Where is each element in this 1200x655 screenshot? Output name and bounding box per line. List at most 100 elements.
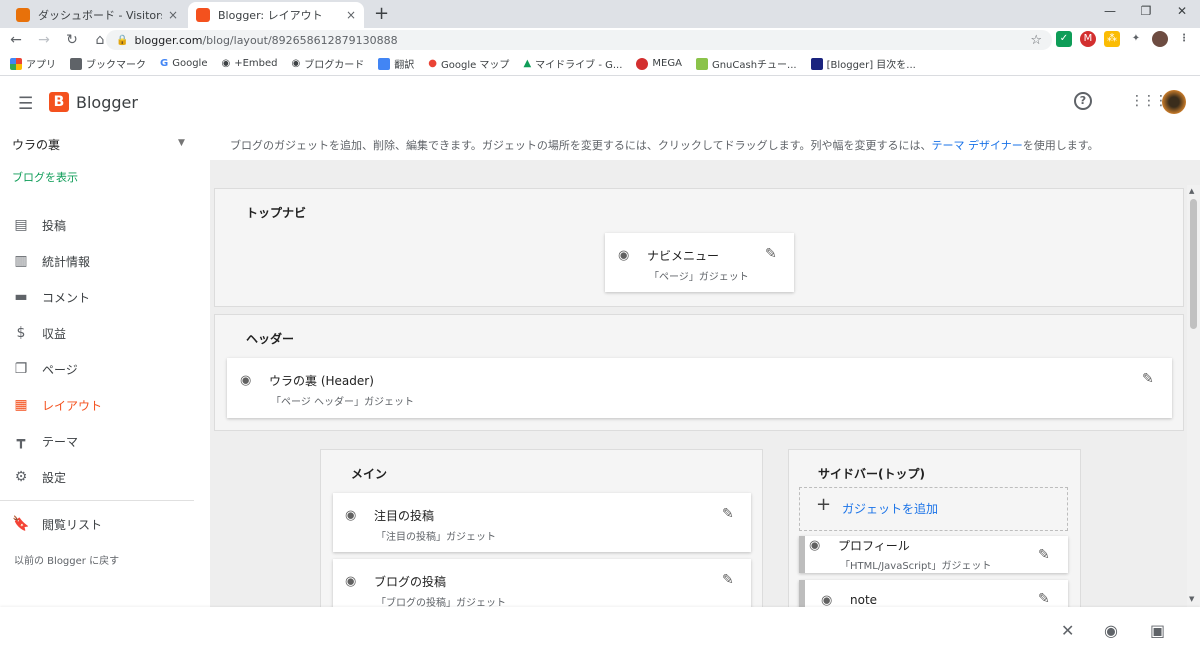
blogger-logo-icon[interactable]: B	[49, 92, 69, 112]
sidebar-item-pages[interactable]: ❐ ページ	[12, 359, 78, 379]
layout-icon: ▦	[14, 397, 28, 413]
sidebar-item-reading-list[interactable]: 🔖 閲覧リスト	[12, 514, 102, 534]
bookmark-label: ブログカード	[304, 60, 365, 71]
tab-title: Blogger: レイアウト	[218, 9, 323, 22]
close-tab-icon[interactable]: ×	[168, 8, 178, 22]
bookmark-blogger-toc[interactable]: [Blogger] 目次を...	[810, 56, 916, 71]
intro-body: ブログのガジェットを追加、削除、編集できます。ガジェットの場所を変更するには、ク…	[230, 139, 932, 152]
pencil-icon[interactable]: ✎	[765, 246, 777, 262]
puzzle-extension-icon[interactable]: ✦	[1128, 31, 1144, 47]
view-blog-link[interactable]: ブログを表示	[12, 169, 78, 185]
bookmark-star-icon[interactable]: ☆	[1030, 33, 1042, 48]
bookmark-label: GnuCashチュー...	[711, 60, 797, 71]
bookmark-apps[interactable]: アプリ	[10, 56, 56, 71]
bookmark-label: アプリ	[26, 60, 56, 71]
sidebar-item-label: 閲覧リスト	[42, 517, 103, 532]
menu-icon[interactable]: ☰	[18, 94, 33, 114]
sidebar-item-label: ページ	[42, 362, 78, 377]
chrome-menu-icon[interactable]: ⋮	[1176, 31, 1192, 47]
widget-note[interactable]: ◉ note ✎	[799, 580, 1068, 607]
sidebar-item-comments[interactable]: ▬ コメント	[12, 287, 90, 307]
eye-icon[interactable]: ◉	[240, 373, 251, 388]
drag-handle[interactable]	[799, 580, 805, 607]
bookmark-folder[interactable]: ブックマーク	[70, 56, 146, 71]
blog-selector[interactable]: ウラの裏	[12, 136, 60, 153]
profile-avatar-icon[interactable]	[1152, 31, 1168, 47]
sidebar-item-earnings[interactable]: $ 収益	[12, 323, 66, 343]
save-icon[interactable]: ▣	[1150, 621, 1165, 640]
minimize-icon[interactable]: —	[1100, 4, 1120, 18]
pencil-icon[interactable]: ✎	[1038, 591, 1050, 607]
new-tab-button[interactable]: +	[374, 3, 389, 24]
bookmark-blogcard[interactable]: ◉ ブログカード	[292, 56, 365, 71]
sidebar-item-settings[interactable]: ⚙ 設定	[12, 467, 66, 487]
scroll-down-icon[interactable]: ▼	[1189, 595, 1194, 603]
pencil-icon[interactable]: ✎	[722, 572, 734, 588]
back-to-old-blogger-link[interactable]: 以前の Blogger に戻す	[14, 552, 119, 567]
browser-tab-blogger[interactable]: Blogger: レイアウト ×	[188, 2, 364, 28]
widget-navmenu[interactable]: ◉ ナビメニュー 「ページ」ガジェット ✎	[605, 233, 794, 292]
apps-icon[interactable]: ⋮⋮⋮	[1130, 93, 1168, 109]
scroll-thumb[interactable]	[1190, 199, 1197, 329]
sidebar-item-layout[interactable]: ▦ レイアウト	[12, 395, 102, 415]
help-icon[interactable]: ?	[1074, 92, 1092, 110]
checkbox-extension-icon[interactable]: ✓	[1056, 31, 1072, 47]
intro-text: ブログのガジェットを追加、削除、編集できます。ガジェットの場所を変更するには、ク…	[210, 128, 1200, 160]
bookmark-label: Google	[172, 58, 208, 69]
scroll-up-icon[interactable]: ▲	[1189, 187, 1194, 195]
brand-name: Blogger	[76, 93, 138, 112]
eye-icon[interactable]: ◉	[809, 538, 820, 553]
pencil-icon[interactable]: ✎	[1142, 371, 1154, 387]
theme-designer-link[interactable]: テーマ デザイナー	[931, 139, 1022, 152]
forward-icon[interactable]: →	[32, 32, 56, 48]
sidebar-item-posts[interactable]: ▤ 投稿	[12, 215, 66, 235]
mega-extension-icon[interactable]: M	[1080, 31, 1096, 47]
bookmark-translate[interactable]: 翻訳	[378, 56, 414, 71]
bookmark-mega[interactable]: MEGA	[636, 57, 682, 70]
close-tab-icon[interactable]: ×	[346, 8, 356, 22]
widget-type: 「HTML/JavaScript」ガジェット	[840, 561, 992, 572]
bookmark-google[interactable]: G Google	[160, 58, 207, 69]
widget-featured-post[interactable]: ◉ 注目の投稿 「注目の投稿」ガジェット ✎	[333, 493, 751, 552]
pencil-icon[interactable]: ✎	[1038, 547, 1050, 563]
sidebar-item-stats[interactable]: ▥ 統計情報	[12, 251, 90, 271]
url-input[interactable]: 🔒 blogger.com/blog/layout/89265861287913…	[106, 30, 1052, 50]
widget-profile[interactable]: ◉ プロフィール 「HTML/JavaScript」ガジェット ✎	[799, 536, 1068, 573]
pages-icon: ❐	[14, 361, 28, 377]
reload-icon[interactable]: ↻	[60, 32, 84, 48]
account-avatar[interactable]	[1162, 90, 1186, 114]
bookmark-drive[interactable]: ▲ マイドライブ - G...	[523, 56, 622, 71]
browser-tab-dashboard[interactable]: ダッシュボード - Visitors - Vis ×	[8, 2, 186, 28]
preview-eye-icon[interactable]: ◉	[1104, 621, 1118, 640]
widget-blog-posts[interactable]: ◉ ブログの投稿 「ブログの投稿」ガジェット ✎	[333, 559, 751, 607]
eye-icon[interactable]: ◉	[345, 508, 356, 523]
pencil-icon[interactable]: ✎	[722, 506, 734, 522]
add-gadget-button[interactable]: + ガジェットを追加	[799, 487, 1068, 531]
network-extension-icon[interactable]: ⁂	[1104, 31, 1120, 47]
map-pin-icon: ●	[428, 58, 437, 69]
bookmarks-bar: アプリ ブックマーク G Google ◉ +Embed ◉ ブログカード 翻訳 ● G…	[0, 52, 1200, 76]
bookmark-gnucash[interactable]: GnuCashチュー...	[695, 56, 797, 71]
drag-handle[interactable]	[799, 536, 805, 573]
bookmark-label: マイドライブ - G...	[535, 60, 623, 71]
sidebar-item-label: テーマ	[42, 434, 79, 449]
discard-close-icon[interactable]: ✕	[1061, 621, 1074, 640]
eye-icon[interactable]: ◉	[345, 574, 356, 589]
doc-icon	[810, 57, 823, 70]
restore-icon[interactable]: ❐	[1136, 4, 1156, 18]
bookmark-maps[interactable]: ● Google マップ	[428, 56, 509, 71]
extensions-area: ✓ M ⁂ ✦ ⋮	[1056, 31, 1192, 47]
bookmark-embed[interactable]: ◉ +Embed	[221, 58, 277, 69]
sidebar-item-theme[interactable]: ┳ テーマ	[12, 431, 78, 451]
page-scrollbar[interactable]: ▲ ▼	[1187, 185, 1200, 607]
eye-icon[interactable]: ◉	[618, 248, 629, 263]
gnucash-icon	[695, 57, 708, 70]
caret-down-icon[interactable]: ▼	[178, 138, 185, 148]
sidebar-item-label: 投稿	[42, 218, 67, 233]
visitors-favicon-icon	[16, 8, 30, 22]
widget-header[interactable]: ◉ ウラの裏 (Header) 「ページ ヘッダー」ガジェット ✎	[227, 358, 1172, 418]
eye-icon[interactable]: ◉	[821, 593, 832, 607]
back-icon[interactable]: ←	[4, 32, 28, 48]
close-window-icon[interactable]: ✕	[1172, 4, 1192, 18]
section-topnav: トップナビ ◉ ナビメニュー 「ページ」ガジェット ✎	[214, 188, 1184, 307]
